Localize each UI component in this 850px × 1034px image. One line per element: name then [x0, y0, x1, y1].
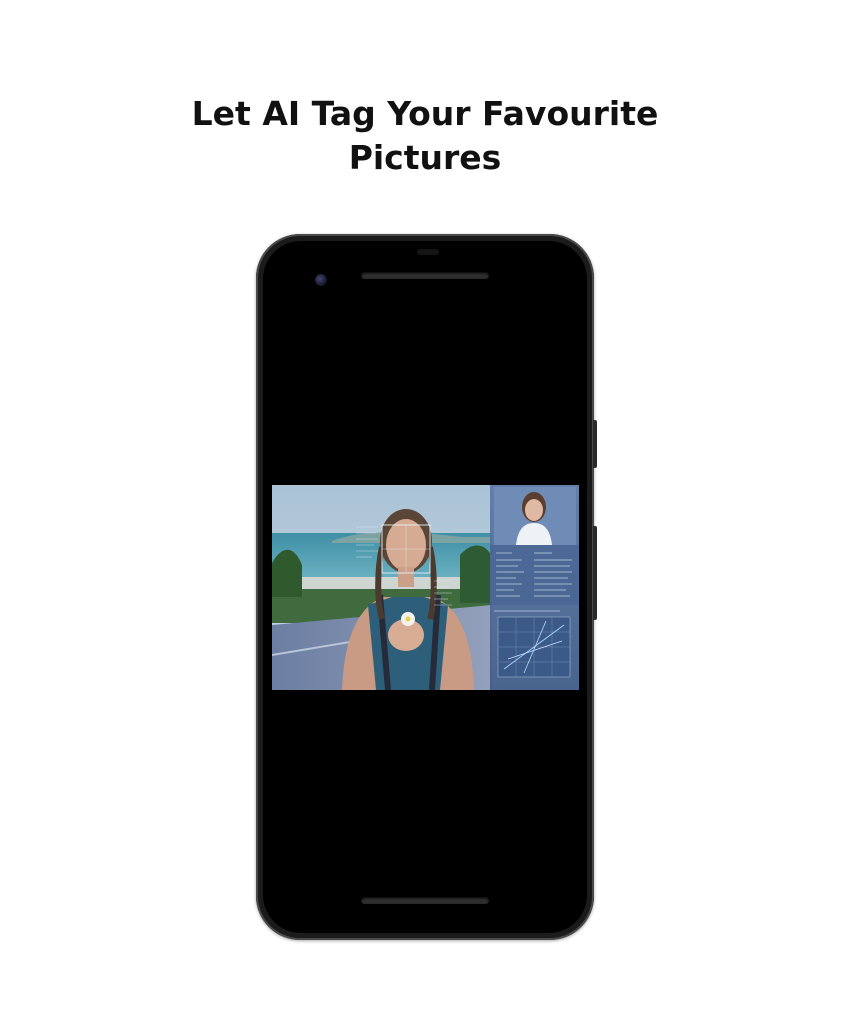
tagged-photo[interactable]: [272, 485, 579, 690]
headline-line-1: Let AI Tag Your Favourite: [191, 94, 659, 133]
phone-mockup: [256, 234, 597, 940]
phone-screen: [263, 241, 587, 933]
top-speaker: [361, 272, 489, 279]
volume-button: [593, 526, 597, 620]
bottom-speaker: [361, 897, 489, 904]
earpiece: [417, 249, 439, 255]
ai-face-recognition-photo-icon: [272, 485, 579, 690]
headline: Let AI Tag Your Favourite Pictures: [0, 92, 850, 180]
front-camera-icon: [315, 274, 327, 286]
headline-line-2: Pictures: [348, 138, 502, 177]
power-button: [593, 420, 597, 468]
